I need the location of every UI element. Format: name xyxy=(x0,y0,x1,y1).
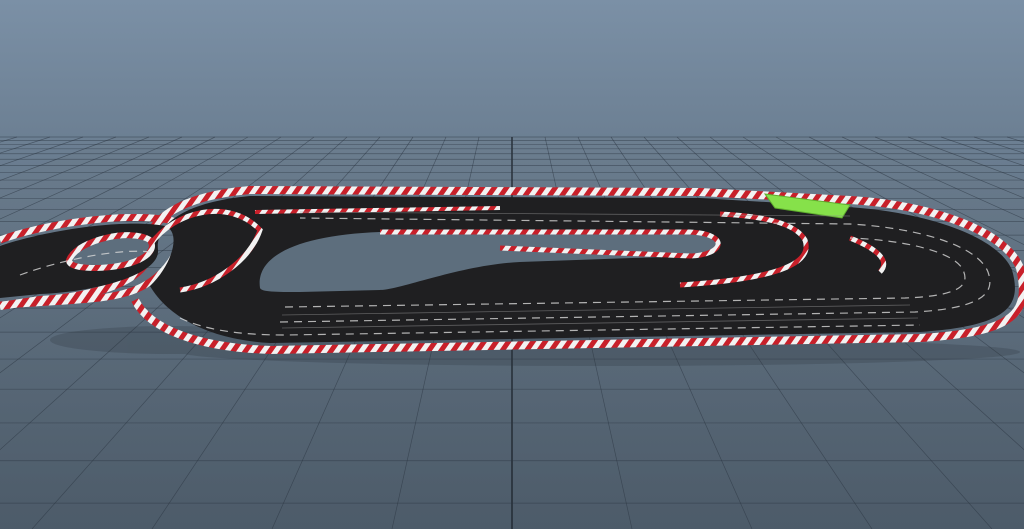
scene-canvas[interactable] xyxy=(0,0,1024,529)
3d-viewport[interactable] xyxy=(0,0,1024,529)
